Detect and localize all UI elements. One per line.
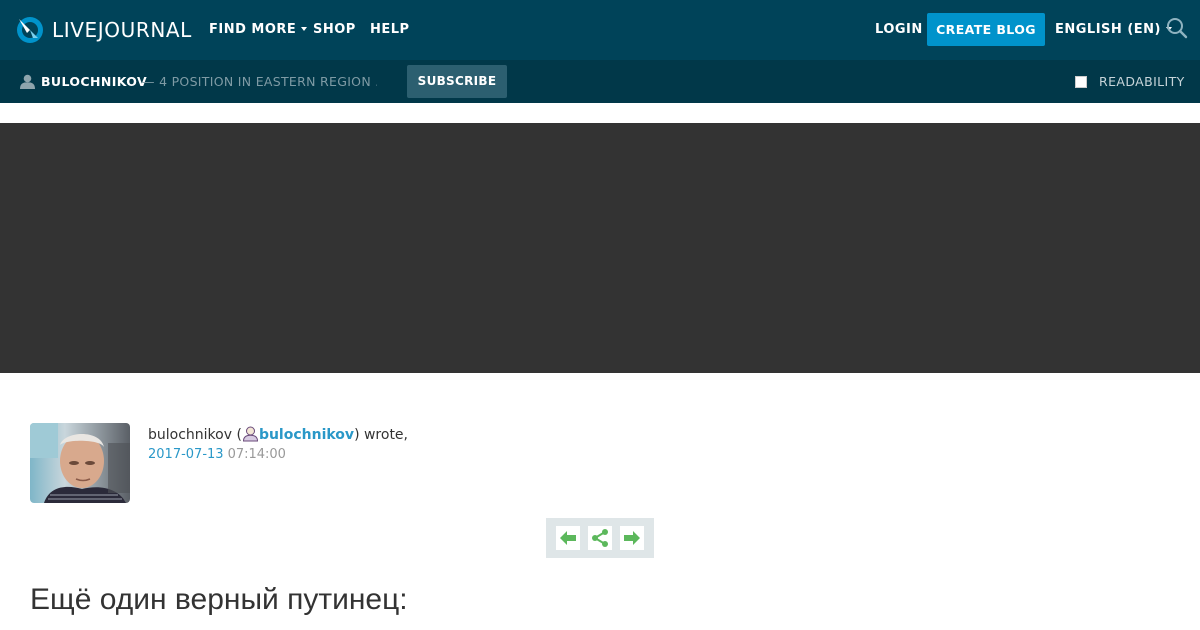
livejournal-logo-icon	[17, 17, 43, 43]
avatar-image	[30, 423, 130, 503]
byline-open-paren: (	[232, 427, 242, 443]
entry-date-link[interactable]: 2017-07-13	[148, 447, 224, 462]
readability-label[interactable]: READABILITY	[1099, 60, 1185, 103]
entry-title: Ещё один верный путинец:	[30, 583, 408, 616]
share-button[interactable]	[588, 526, 612, 550]
journal-username[interactable]: BULOCHNIKOV	[41, 60, 147, 103]
entry-dateline: 2017-07-13 07:14:00	[148, 447, 286, 462]
avatar[interactable]	[30, 423, 130, 503]
author-name: bulochnikov	[148, 427, 233, 443]
share-icon	[592, 529, 608, 547]
language-label: ENGLISH (EN)	[1055, 22, 1161, 37]
create-blog-button[interactable]: CREATE BLOG	[927, 13, 1045, 46]
entry-time: 07:14:00	[227, 447, 286, 462]
entry-controls	[546, 518, 654, 558]
nav-find-more-label: FIND MORE	[209, 22, 297, 37]
search-icon[interactable]	[1166, 17, 1188, 39]
ljuser-icon[interactable]	[242, 425, 259, 442]
nav-find-more[interactable]: FIND MORE	[209, 0, 308, 60]
prev-entry-icon	[560, 531, 576, 545]
next-entry-icon	[624, 531, 640, 545]
nav-help[interactable]: HELP	[370, 0, 410, 60]
nav-shop[interactable]: SHOP	[313, 0, 356, 60]
byline-wrote: ) wrote,	[354, 427, 408, 443]
author-user-link[interactable]: bulochnikov	[259, 427, 354, 443]
readability-checkbox[interactable]	[1075, 76, 1087, 88]
user-icon	[20, 74, 35, 89]
prev-entry-button[interactable]	[556, 526, 580, 550]
language-selector[interactable]: ENGLISH (EN)	[1055, 0, 1172, 60]
ad-banner	[0, 123, 1200, 373]
chevron-down-icon	[301, 26, 308, 31]
subscribe-button[interactable]: SUBSCRIBE	[407, 65, 507, 98]
journal-description: — 4 POSITION IN EASTERN REGION ...	[142, 74, 377, 89]
livejournal-logo[interactable]: LIVEJOURNAL	[16, 15, 192, 45]
journal-bar: BULOCHNIKOV — 4 POSITION IN EASTERN REGI…	[0, 60, 1200, 103]
entry-byline: bulochnikov ( bulochnikov) wrote,	[148, 425, 408, 443]
top-header: LIVEJOURNAL FIND MORE SHOP HELP LOGIN CR…	[0, 0, 1200, 60]
next-entry-button[interactable]	[620, 526, 644, 550]
login-link[interactable]: LOGIN	[875, 0, 923, 60]
logo-text: LIVEJOURNAL	[52, 18, 192, 42]
